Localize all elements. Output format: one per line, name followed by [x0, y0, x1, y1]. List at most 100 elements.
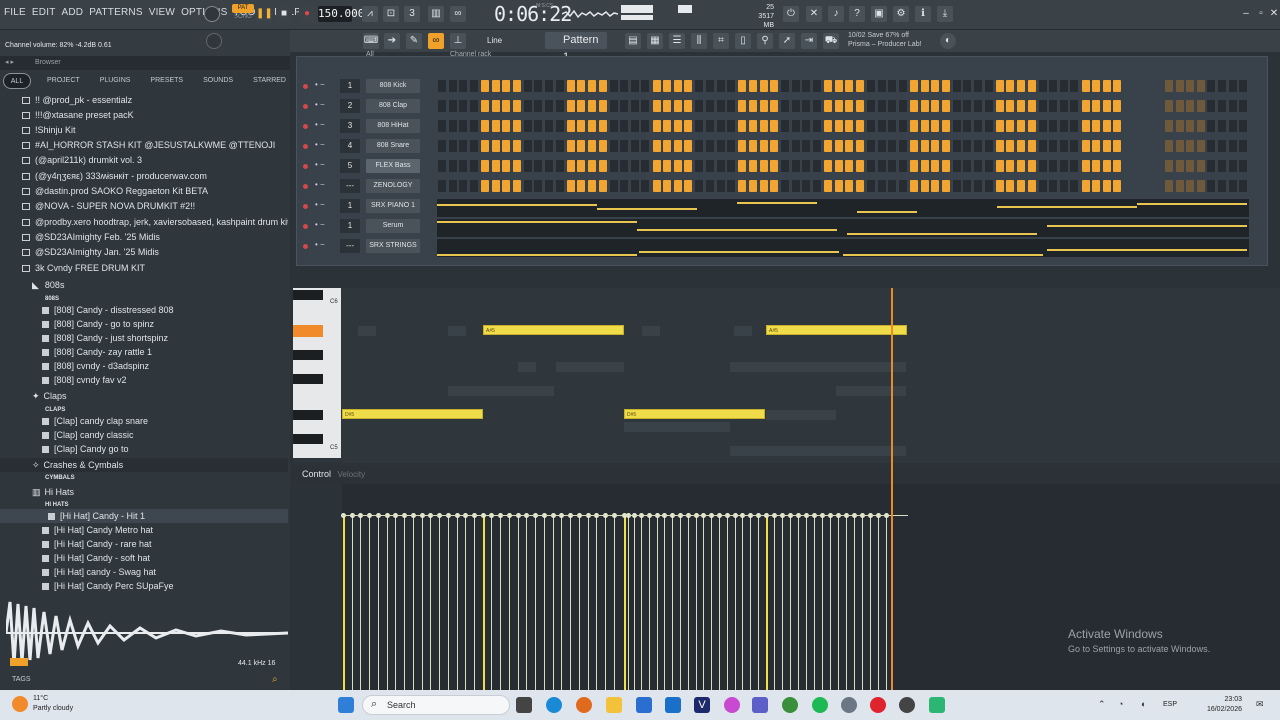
- channel-mute-led[interactable]: [303, 164, 308, 169]
- step-button[interactable]: [684, 140, 693, 152]
- channel-mixer-track[interactable]: ---: [340, 239, 360, 253]
- step-button[interactable]: [1006, 140, 1015, 152]
- channel-pan-volume[interactable]: • −: [315, 80, 325, 89]
- step-button[interactable]: [1175, 100, 1184, 112]
- step-edit-icon[interactable]: ▥: [428, 6, 444, 22]
- search-icon[interactable]: ⌕: [272, 674, 278, 685]
- step-button[interactable]: [620, 80, 629, 92]
- velocity-bar[interactable]: [614, 516, 615, 690]
- channel-name-button[interactable]: ZENOLOGY: [366, 179, 420, 193]
- step-button[interactable]: [1070, 180, 1079, 192]
- step-button[interactable]: [1239, 180, 1248, 192]
- channel-mute-led[interactable]: [303, 124, 308, 129]
- step-button[interactable]: [630, 180, 639, 192]
- play-button[interactable]: ❚❚: [256, 6, 273, 22]
- channel-mute-led[interactable]: [303, 144, 308, 149]
- step-button[interactable]: [1006, 100, 1015, 112]
- step-button[interactable]: [824, 160, 833, 172]
- step-button[interactable]: [448, 80, 457, 92]
- step-button[interactable]: [469, 100, 478, 112]
- step-button[interactable]: [791, 120, 800, 132]
- step-button[interactable]: [770, 160, 779, 172]
- step-button[interactable]: [888, 140, 897, 152]
- metronome-icon[interactable]: ⩘: [362, 6, 378, 22]
- velocity-bar[interactable]: [774, 516, 775, 690]
- step-button[interactable]: [834, 140, 843, 152]
- step-button[interactable]: [834, 80, 843, 92]
- opera-icon[interactable]: [870, 697, 886, 713]
- tree-folder-open[interactable]: 3k Cvndy FREE DRUM KIT: [0, 261, 288, 275]
- step-button[interactable]: [1016, 180, 1025, 192]
- link-icon[interactable]: ∞: [428, 33, 444, 49]
- step-button[interactable]: [577, 100, 586, 112]
- step-button[interactable]: [813, 140, 821, 152]
- step-button[interactable]: [641, 160, 650, 172]
- file-item-selected[interactable]: [Hi Hat] Candy - Hit 1: [0, 509, 288, 523]
- step-button[interactable]: [1218, 180, 1226, 192]
- wait-input-icon[interactable]: ⊡: [383, 6, 399, 22]
- velocity-bar[interactable]: [870, 516, 871, 690]
- step-button[interactable]: [898, 180, 907, 192]
- step-button[interactable]: [984, 80, 993, 92]
- step-button[interactable]: [824, 100, 833, 112]
- step-button[interactable]: [845, 140, 854, 152]
- step-button[interactable]: [1070, 100, 1079, 112]
- step-button[interactable]: [480, 80, 489, 92]
- step-button[interactable]: [824, 180, 833, 192]
- step-button[interactable]: [813, 120, 821, 132]
- step-button[interactable]: [909, 160, 918, 172]
- step-button[interactable]: [566, 120, 575, 132]
- step-button[interactable]: [888, 80, 897, 92]
- step-button[interactable]: [663, 80, 672, 92]
- velocity-bar[interactable]: [742, 516, 743, 690]
- step-button[interactable]: [888, 100, 897, 112]
- velocity-bar[interactable]: [782, 516, 783, 690]
- velocity-bar[interactable]: [750, 516, 751, 690]
- step-button[interactable]: [963, 140, 972, 152]
- step-button[interactable]: [1016, 100, 1025, 112]
- step-button[interactable]: [781, 160, 790, 172]
- step-button[interactable]: [931, 80, 940, 92]
- step-button[interactable]: [952, 160, 961, 172]
- step-button[interactable]: [555, 120, 564, 132]
- step-button[interactable]: [802, 120, 811, 132]
- step-button[interactable]: [1092, 140, 1101, 152]
- step-button[interactable]: [491, 80, 500, 92]
- step-button[interactable]: [438, 80, 446, 92]
- step-button[interactable]: [1038, 120, 1047, 132]
- step-button[interactable]: [791, 160, 800, 172]
- velocity-bar[interactable]: [696, 516, 697, 690]
- file-item[interactable]: [808] cvndy fav v2: [0, 373, 288, 387]
- step-button[interactable]: [855, 140, 864, 152]
- step-button[interactable]: [1092, 120, 1101, 132]
- step-button[interactable]: [438, 120, 446, 132]
- velocity-bar[interactable]: [596, 516, 597, 690]
- step-button[interactable]: [1006, 120, 1015, 132]
- velocity-bar[interactable]: [395, 516, 396, 690]
- step-button[interactable]: [834, 100, 843, 112]
- step-button[interactable]: [1006, 80, 1015, 92]
- step-button[interactable]: [1027, 100, 1036, 112]
- channel-mixer-track[interactable]: 1: [340, 199, 360, 213]
- step-button[interactable]: [770, 100, 779, 112]
- step-button[interactable]: [630, 80, 639, 92]
- help-icon[interactable]: ?: [849, 6, 865, 22]
- step-button[interactable]: [502, 80, 511, 92]
- step-button[interactable]: [630, 100, 639, 112]
- stop-button[interactable]: ■: [276, 6, 292, 22]
- step-button[interactable]: [963, 160, 972, 172]
- step-button[interactable]: [469, 80, 478, 92]
- velocity-bar[interactable]: [369, 516, 370, 690]
- step-button[interactable]: [898, 160, 907, 172]
- channel-mute-led[interactable]: [303, 244, 308, 249]
- velocity-bar[interactable]: [535, 516, 536, 690]
- step-button[interactable]: [1059, 160, 1068, 172]
- fl-active-icon[interactable]: [899, 697, 915, 713]
- step-button[interactable]: [609, 160, 618, 172]
- step-button[interactable]: [1186, 140, 1195, 152]
- file-item[interactable]: [Hi Hat] Candy Metro hat: [0, 523, 288, 537]
- step-button[interactable]: [920, 120, 929, 132]
- step-button[interactable]: [598, 180, 607, 192]
- velocity-bar[interactable]: [439, 516, 440, 690]
- file-item[interactable]: [808] Candy - disstressed 808: [0, 303, 288, 317]
